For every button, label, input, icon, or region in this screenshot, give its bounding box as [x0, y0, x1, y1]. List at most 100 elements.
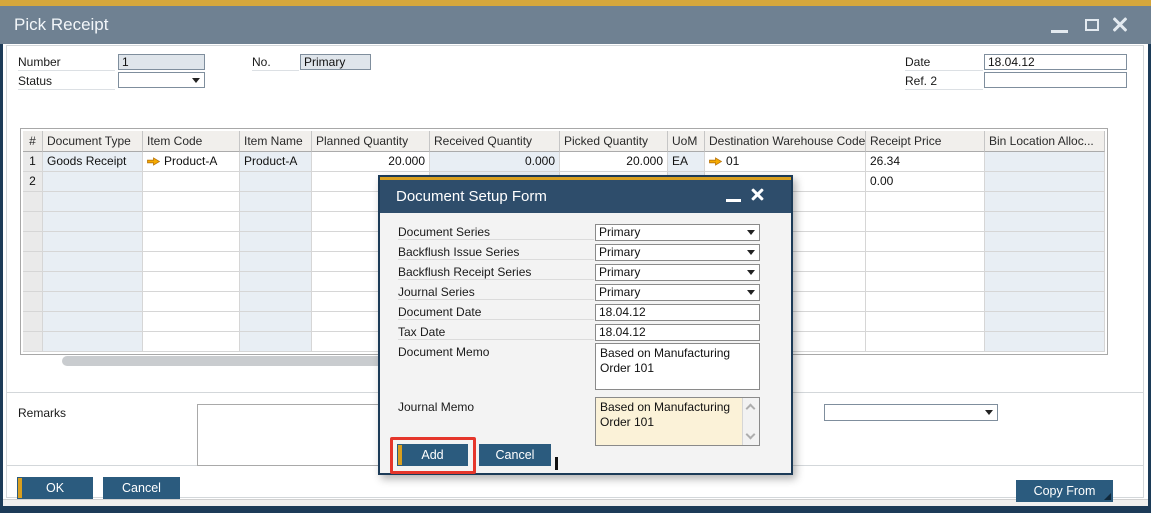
table-cell[interactable]	[23, 332, 43, 352]
table-cell[interactable]	[23, 312, 43, 332]
link-arrow-icon[interactable]	[147, 157, 160, 166]
table-cell[interactable]	[23, 252, 43, 272]
table-cell[interactable]	[143, 292, 240, 312]
table-cell[interactable]	[43, 192, 143, 212]
dialog-close-icon[interactable]	[750, 187, 765, 201]
table-cell[interactable]: 1	[23, 152, 43, 172]
table-cell[interactable]	[985, 292, 1105, 312]
column-header[interactable]: Receipt Price	[866, 131, 985, 152]
tax-date-field[interactable]: 18.04.12	[595, 324, 760, 341]
table-cell[interactable]	[985, 312, 1105, 332]
table-cell[interactable]: Goods Receipt	[43, 152, 143, 172]
table-cell[interactable]	[866, 212, 985, 232]
table-cell[interactable]	[143, 192, 240, 212]
table-cell[interactable]	[23, 292, 43, 312]
link-arrow-icon[interactable]	[709, 157, 722, 166]
table-cell[interactable]: 01	[705, 152, 866, 172]
table-cell[interactable]	[43, 312, 143, 332]
table-cell[interactable]	[240, 332, 312, 352]
table-cell[interactable]	[240, 232, 312, 252]
date-field[interactable]: 18.04.12	[984, 54, 1127, 70]
table-cell[interactable]	[43, 232, 143, 252]
column-header[interactable]: Picked Quantity	[560, 131, 668, 152]
table-cell[interactable]	[985, 152, 1105, 172]
table-cell[interactable]	[866, 252, 985, 272]
column-header[interactable]: #	[23, 131, 43, 152]
add-button[interactable]: Add	[397, 444, 468, 466]
column-header[interactable]: Document Type	[43, 131, 143, 152]
table-cell[interactable]: 26.34	[866, 152, 985, 172]
unlabeled-dropdown[interactable]	[824, 404, 998, 421]
close-icon[interactable]	[1111, 16, 1129, 33]
copy-from-button[interactable]: Copy From	[1016, 480, 1113, 502]
document-series-select[interactable]: Primary	[595, 224, 760, 241]
table-cell[interactable]: EA	[668, 152, 705, 172]
minimize-icon[interactable]	[1051, 30, 1068, 33]
table-cell[interactable]	[143, 252, 240, 272]
table-cell[interactable]	[143, 312, 240, 332]
scroll-down-icon[interactable]	[745, 429, 756, 440]
cancel-button[interactable]: Cancel	[103, 477, 180, 499]
table-cell[interactable]	[866, 192, 985, 212]
memo-scrollbar[interactable]	[742, 398, 759, 445]
table-cell[interactable]: 2	[23, 172, 43, 192]
table-cell[interactable]	[985, 172, 1105, 192]
table-cell[interactable]	[240, 252, 312, 272]
scroll-up-icon[interactable]	[745, 403, 756, 414]
table-cell[interactable]	[985, 232, 1105, 252]
table-cell[interactable]	[240, 312, 312, 332]
table-cell[interactable]	[985, 192, 1105, 212]
table-cell[interactable]	[866, 312, 985, 332]
table-cell[interactable]: Product-A	[143, 152, 240, 172]
maximize-icon[interactable]	[1085, 19, 1099, 31]
table-cell[interactable]	[143, 212, 240, 232]
remarks-textarea[interactable]	[197, 404, 387, 466]
table-cell[interactable]	[985, 252, 1105, 272]
backflush-issue-series-select[interactable]: Primary	[595, 244, 760, 261]
backflush-receipt-series-select[interactable]: Primary	[595, 264, 760, 281]
table-cell[interactable]	[43, 292, 143, 312]
table-cell[interactable]: Product-A	[240, 152, 312, 172]
column-header[interactable]: Item Name	[240, 131, 312, 152]
table-cell[interactable]	[240, 192, 312, 212]
window-titlebar[interactable]: Pick Receipt	[0, 6, 1151, 44]
table-cell[interactable]	[43, 252, 143, 272]
column-header[interactable]: Planned Quantity	[312, 131, 430, 152]
ref2-field[interactable]	[984, 72, 1127, 88]
table-cell[interactable]	[43, 272, 143, 292]
table-cell[interactable]	[23, 232, 43, 252]
dialog-titlebar[interactable]: Document Setup Form	[380, 180, 791, 213]
table-cell[interactable]: 20.000	[312, 152, 430, 172]
table-cell[interactable]: 0.00	[866, 172, 985, 192]
table-cell[interactable]	[866, 232, 985, 252]
table-cell[interactable]	[866, 292, 985, 312]
table-cell[interactable]	[23, 192, 43, 212]
table-cell[interactable]	[866, 272, 985, 292]
status-select[interactable]	[118, 72, 205, 88]
table-cell[interactable]	[240, 292, 312, 312]
table-cell[interactable]	[866, 332, 985, 352]
column-header[interactable]: Destination Warehouse Code	[705, 131, 866, 152]
table-cell[interactable]	[43, 212, 143, 232]
table-cell[interactable]	[143, 272, 240, 292]
document-date-field[interactable]: 18.04.12	[595, 304, 760, 321]
number-field[interactable]: 1	[118, 54, 205, 70]
document-memo-textarea[interactable]: Based on Manufacturing Order 101	[595, 343, 760, 390]
table-cell[interactable]	[43, 172, 143, 192]
table-cell[interactable]	[240, 212, 312, 232]
table-cell[interactable]	[23, 272, 43, 292]
table-cell[interactable]	[143, 172, 240, 192]
dialog-minimize-icon[interactable]	[726, 199, 741, 202]
table-cell[interactable]: 0.000	[430, 152, 560, 172]
table-cell[interactable]	[143, 232, 240, 252]
journal-series-select[interactable]: Primary	[595, 284, 760, 301]
table-cell[interactable]	[985, 212, 1105, 232]
dialog-cancel-button[interactable]: Cancel	[479, 444, 551, 466]
ok-button[interactable]: OK	[17, 477, 93, 499]
table-cell[interactable]	[143, 332, 240, 352]
table-cell[interactable]	[240, 172, 312, 192]
table-cell[interactable]	[985, 332, 1105, 352]
table-cell[interactable]	[23, 212, 43, 232]
series-field[interactable]: Primary	[300, 54, 371, 70]
table-cell[interactable]	[985, 272, 1105, 292]
